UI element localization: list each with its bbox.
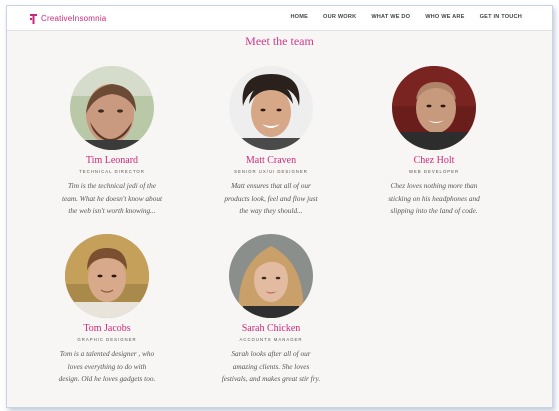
bio-line: Tom is a talented designer , who <box>59 349 155 358</box>
team-member-sarah-chicken: Sarah Chicken ACCOUNTS MANAGER Sarah loo… <box>201 234 341 386</box>
nav-get-in-touch[interactable]: GET IN TOUCH <box>480 14 522 20</box>
main-nav: HOME OUR WORK WHAT WE DO WHO WE ARE GET … <box>290 14 522 20</box>
member-role: ACCOUNTS MANAGER <box>239 337 303 342</box>
bio-line: loves everything to do with <box>67 361 147 371</box>
nav-home[interactable]: HOME <box>290 14 308 20</box>
bio-line: the web isn't worth knowing... <box>68 206 156 215</box>
member-bio: Sarah looks after all of our amazing cli… <box>201 348 341 386</box>
avatar-sarah-chicken[interactable] <box>229 234 313 318</box>
member-bio: Tom is a talented designer , who loves e… <box>37 348 177 386</box>
avatar-chez-holt[interactable] <box>392 66 476 150</box>
creative-insomnia-logo-icon <box>29 13 37 24</box>
section-title: Meet the team <box>245 34 314 48</box>
member-role: SENIOR UX/UI DESIGNER <box>234 169 308 174</box>
team-member-chez-holt: Chez Holt WEB DEVELOPER Chez loves nothi… <box>364 66 504 218</box>
brand-name: CreativeInsomnia <box>41 13 107 23</box>
bio-line: products look, feel and flow just <box>224 193 318 203</box>
nav-what-we-do[interactable]: WHAT WE DO <box>371 14 410 20</box>
bio-line: design. Old he loves gadgets too. <box>58 374 156 383</box>
avatar-tim-leonard[interactable] <box>70 66 154 150</box>
team-member-matt-craven: Matt Craven SENIOR UX/UI DESIGNER Matt e… <box>201 66 341 218</box>
bio-line: the way they should... <box>239 206 303 215</box>
member-role: TECHNICAL DIRECTOR <box>79 169 145 174</box>
bio-line: slipping into the land of code. <box>390 206 478 215</box>
member-name: Tom Jacobs <box>83 323 131 334</box>
team-member-tim-leonard: Tim Leonard TECHNICAL DIRECTOR Tim is th… <box>42 66 182 218</box>
member-name: Sarah Chicken <box>241 323 301 334</box>
top-navbar: CreativeInsomnia HOME OUR WORK WHAT WE D… <box>7 6 552 31</box>
browser-page: CreativeInsomnia HOME OUR WORK WHAT WE D… <box>6 5 553 408</box>
nav-our-work[interactable]: OUR WORK <box>323 14 356 20</box>
member-name: Matt Craven <box>245 155 297 166</box>
nav-who-we-are[interactable]: WHO WE ARE <box>425 14 464 20</box>
bio-line: Tim is the technical jedi of the <box>68 181 156 190</box>
bio-line: Chez loves nothing more than <box>390 181 478 190</box>
avatar-matt-craven[interactable] <box>229 66 313 150</box>
member-name: Chez Holt <box>413 155 455 166</box>
member-role: WEB DEVELOPER <box>408 169 460 174</box>
member-role: GRAPHIC DESIGNER <box>77 337 137 342</box>
bio-line: team. What he doesn't know about <box>61 193 163 203</box>
brand-logo[interactable]: CreativeInsomnia <box>29 11 106 25</box>
team-member-tom-jacobs: Tom Jacobs GRAPHIC DESIGNER Tom is a tal… <box>37 234 177 386</box>
bio-line: sticking on his headphones and <box>388 193 480 203</box>
bio-line: amazing clients. She loves <box>232 361 310 371</box>
member-name: Tim Leonard <box>85 155 139 166</box>
member-bio: Chez loves nothing more than sticking on… <box>364 180 504 218</box>
bio-line: Sarah looks after all of our <box>231 349 311 358</box>
member-bio: Matt ensures that all of our products lo… <box>201 180 341 218</box>
bio-line: festivals, and makes great stir fry. <box>221 374 321 383</box>
bio-line: Matt ensures that all of our <box>231 181 311 190</box>
avatar-tom-jacobs[interactable] <box>65 234 149 318</box>
member-bio: Tim is the technical jedi of the team. W… <box>42 180 182 218</box>
